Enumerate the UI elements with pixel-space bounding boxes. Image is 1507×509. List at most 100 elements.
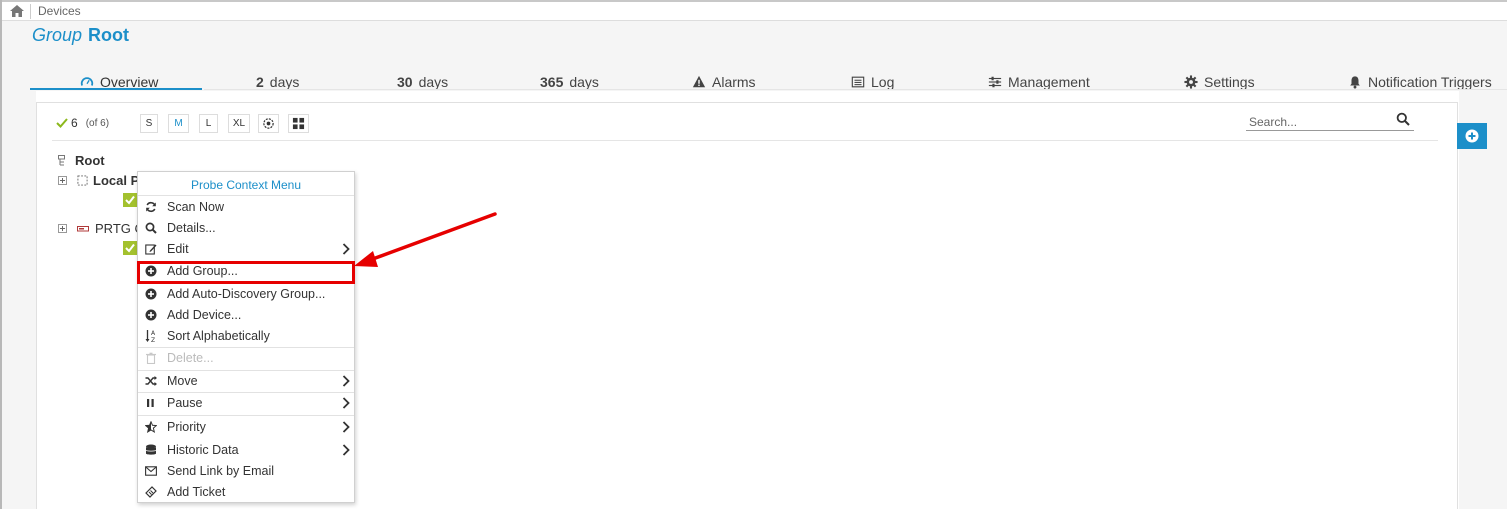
plus-circle-icon [145, 309, 157, 321]
size-button-l[interactable]: L [199, 114, 218, 133]
chevron-right-icon [342, 444, 350, 456]
trash-icon [146, 352, 156, 364]
menu-item-add-auto-discovery-group[interactable]: Add Auto-Discovery Group... [138, 284, 354, 304]
probe-icon [77, 175, 88, 186]
grid-icon [292, 117, 305, 130]
menu-item-add-ticket[interactable]: Add Ticket [138, 482, 354, 502]
list-icon [851, 76, 865, 88]
tab-2-days-num: 2 [256, 74, 264, 90]
menu-item-priority[interactable]: Priority [138, 417, 354, 437]
menu-divider [138, 195, 354, 196]
tab-active-indicator [30, 88, 202, 90]
menu-item-add-device[interactable]: Add Device... [138, 305, 354, 325]
tab-alarms-label: Alarms [712, 74, 756, 90]
add-button[interactable] [1457, 123, 1487, 149]
menu-item-label: Details... [167, 221, 216, 235]
menu-item-label: Priority [167, 420, 206, 434]
svg-text:A: A [151, 330, 156, 337]
gauge-icon [80, 77, 94, 86]
tab-365-days-num: 365 [540, 74, 564, 90]
tree-node-prtg[interactable]: PRTG C [77, 221, 144, 236]
plus-circle-icon [1465, 129, 1479, 143]
selection-count: 6 [71, 116, 78, 130]
size-button-xl[interactable]: XL [228, 114, 250, 133]
tabs-divider [204, 89, 1507, 90]
menu-item-label: Scan Now [167, 200, 224, 214]
status-ok-icon [123, 241, 137, 255]
grid-view-button[interactable] [288, 114, 309, 133]
pause-icon [147, 399, 154, 407]
tab-settings-label: Settings [1204, 74, 1255, 90]
probe-context-menu: Probe Context Menu Scan Now Details... E… [137, 171, 355, 503]
selection-total: (of 6) [85, 117, 110, 129]
menu-item-sort-alphabetically[interactable]: A Z Sort Alphabetically [138, 326, 354, 346]
menu-item-label: Add Auto-Discovery Group... [167, 287, 326, 301]
menu-item-pause[interactable]: Pause [138, 393, 354, 413]
chevron-right-icon [342, 421, 350, 433]
gear-icon [1184, 75, 1198, 89]
server-icon [77, 225, 89, 231]
selection-counter[interactable]: 6 (of 6) [56, 114, 136, 132]
breadcrumb: Devices [2, 2, 1507, 21]
ticket-icon [145, 486, 157, 498]
tree-node-local-probe-label: Local P [93, 173, 140, 188]
menu-divider [138, 415, 354, 416]
search-icon [145, 222, 157, 234]
menu-item-label: Pause [167, 396, 203, 410]
menu-item-edit[interactable]: Edit [138, 239, 354, 259]
tab-management-label: Management [1008, 74, 1090, 90]
tab-365-days-label: days [569, 74, 599, 90]
search-input[interactable] [1246, 113, 1414, 131]
view-settings-button[interactable] [258, 114, 279, 133]
tree-expand-prtg[interactable] [58, 224, 67, 233]
menu-item-label: Send Link by Email [167, 464, 275, 478]
menu-item-label: Add Device... [167, 308, 242, 322]
sort-alpha-icon: A Z [145, 330, 156, 343]
tab-30-days-label: days [418, 74, 449, 90]
target-icon [263, 118, 274, 129]
plus-circle-icon [145, 288, 157, 300]
home-icon[interactable] [9, 4, 25, 18]
menu-item-details[interactable]: Details... [138, 218, 354, 238]
tree-root[interactable]: Root [58, 153, 105, 168]
database-icon [145, 444, 157, 455]
breadcrumb-separator [30, 4, 31, 19]
bell-icon [1350, 76, 1360, 89]
annotation-arrow-icon [354, 212, 497, 267]
menu-item-historic-data[interactable]: Historic Data [138, 440, 354, 460]
check-icon [56, 118, 68, 128]
menu-item-label: Historic Data [167, 443, 239, 457]
size-button-s[interactable]: S [140, 114, 158, 133]
menu-item-label: Sort Alphabetically [167, 329, 270, 343]
menu-item-label: Add Ticket [167, 485, 226, 499]
chevron-right-icon [342, 375, 350, 387]
tab-log-label: Log [871, 74, 895, 90]
annotation-highlight-box [137, 261, 355, 284]
tab-2-days-label: days [269, 74, 300, 90]
tree-expand-local-probe[interactable] [58, 176, 67, 185]
svg-text:Z: Z [151, 337, 155, 343]
panel-gutter-right [1459, 91, 1507, 509]
menu-item-label: Delete... [167, 351, 214, 365]
menu-item-label: Edit [167, 242, 189, 256]
menu-item-scan-now[interactable]: Scan Now [138, 197, 354, 217]
breadcrumb-devices[interactable]: Devices [38, 4, 81, 18]
context-menu-title: Probe Context Menu [190, 178, 302, 192]
tab-notification-triggers-label: Notification Triggers [1368, 74, 1492, 90]
refresh-icon [146, 201, 156, 213]
status-ok-icon [123, 193, 137, 207]
menu-item-send-link-by-email[interactable]: Send Link by Email [138, 461, 354, 481]
tree-node-local-probe[interactable]: Local P [77, 173, 139, 188]
page-header: Group Root Overview 2 days 30 days 365 days … [2, 21, 1507, 91]
sliders-icon [988, 76, 1002, 88]
warning-icon [692, 75, 706, 88]
size-button-m[interactable]: M [168, 114, 189, 133]
toolbar-divider [52, 140, 1438, 141]
menu-item-move[interactable]: Move [138, 371, 354, 391]
menu-item-delete[interactable]: Delete... [138, 348, 354, 368]
shuffle-icon [145, 376, 157, 386]
chevron-right-icon [342, 397, 350, 409]
sitemap-icon [58, 154, 65, 165]
page-title-name: Root [88, 25, 130, 45]
search-icon[interactable] [1396, 112, 1410, 126]
